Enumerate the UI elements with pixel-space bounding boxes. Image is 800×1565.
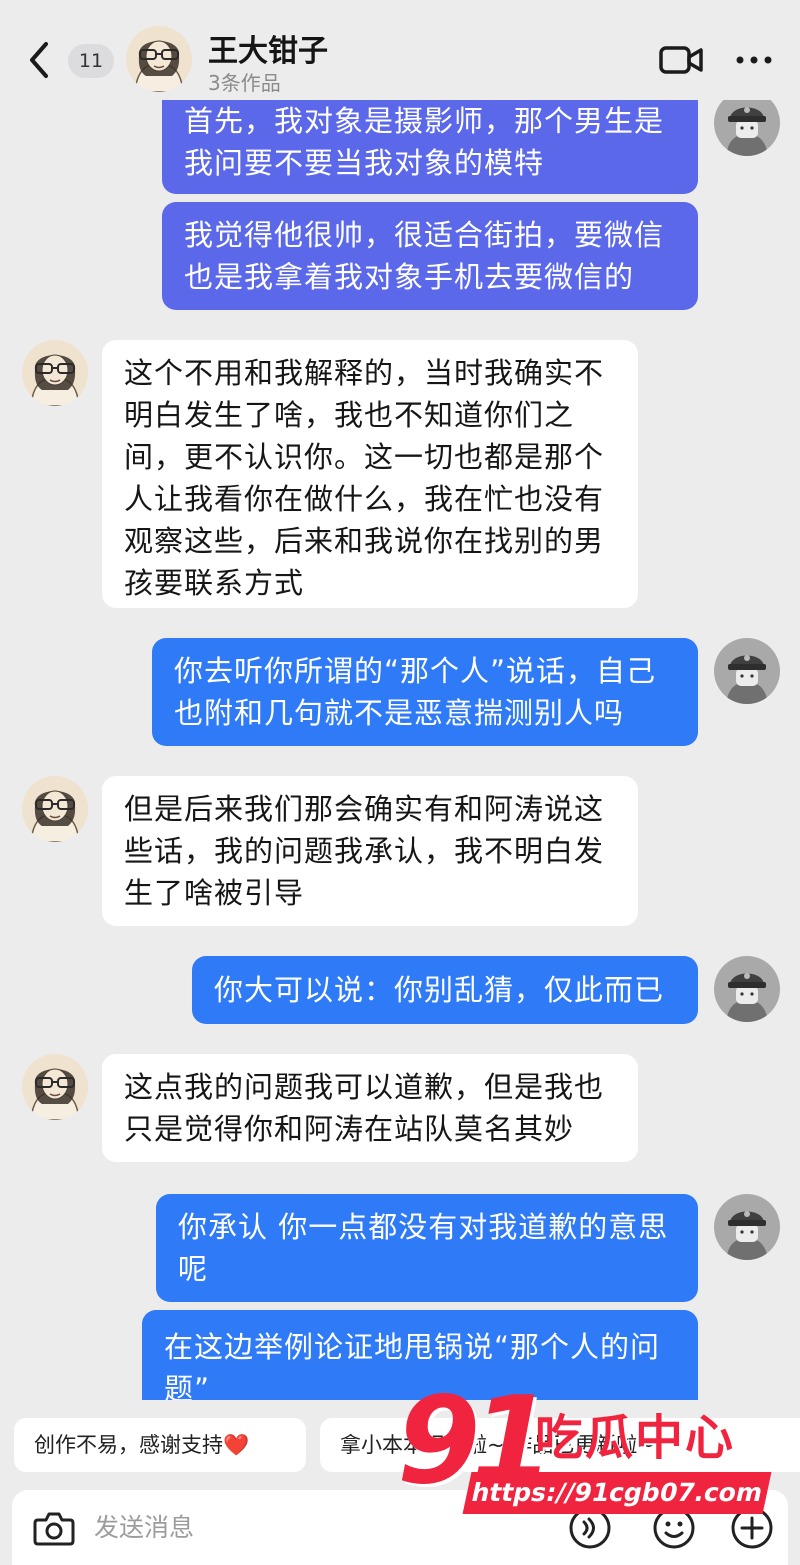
quick-reply-chip[interactable]: 创作不易，感谢支持❤️	[14, 1418, 306, 1472]
my-avatar[interactable]	[714, 956, 780, 1022]
back-arrow-icon[interactable]	[24, 38, 54, 82]
my-avatar[interactable]	[714, 638, 780, 704]
message-bubble-sent[interactable]: 你去听你所谓的“那个人”说话，自己 也附和几句就不是恶意揣测别人吗	[152, 638, 698, 746]
message-bubble-received[interactable]: 但是后来我们那会确实有和阿涛说这 些话，我的问题我承认，我不明白发 生了啥被引导	[102, 776, 638, 926]
contact-avatar[interactable]	[126, 26, 192, 92]
video-call-icon[interactable]	[658, 40, 704, 80]
contact-avatar[interactable]	[22, 776, 88, 842]
contact-name[interactable]: 王大钳子	[208, 26, 328, 70]
message-bubble-sent[interactable]: 你承认 你一点都没有对我道歉的意思 呢	[156, 1194, 698, 1302]
watermark-title: 吃瓜中心	[535, 1410, 736, 1466]
contact-subtitle[interactable]: 3条作品	[208, 67, 281, 96]
message-bubble-sent[interactable]: 你大可以说：你别乱猜，仅此而已	[192, 956, 698, 1024]
watermark-logo: 91 吃瓜中心 https://91cgb07.com	[395, 1372, 795, 1528]
camera-icon[interactable]	[32, 1508, 76, 1548]
watermark-url: https://91cgb07.com	[462, 1472, 772, 1514]
contact-avatar[interactable]	[22, 1054, 88, 1120]
chat-header: 11 王大钳子 3条作品	[0, 0, 800, 100]
message-bubble-sent[interactable]: 我觉得他很帅，很适合街拍，要微信 也是我拿着我对象手机去要微信的	[162, 202, 698, 310]
more-options-icon[interactable]	[734, 44, 774, 76]
unread-count-badge[interactable]: 11	[68, 44, 114, 78]
contact-avatar[interactable]	[22, 340, 88, 406]
message-list[interactable]: 首先，我对象是摄影师，那个男生是 我问要不要当我对象的模特 我觉得他很帅，很适合…	[0, 100, 800, 1400]
message-bubble-received[interactable]: 这点我的问题我可以道歉，但是我也 只是觉得你和阿涛在站队莫名其妙	[102, 1054, 638, 1162]
message-bubble-received[interactable]: 这个不用和我解释的，当时我确实不 明白发生了啥，我也不知道你们之 间，更不认识你…	[102, 340, 638, 608]
my-avatar[interactable]	[714, 100, 780, 156]
message-bubble-sent[interactable]: 首先，我对象是摄影师，那个男生是 我问要不要当我对象的模特	[162, 100, 698, 194]
my-avatar[interactable]	[714, 1194, 780, 1260]
